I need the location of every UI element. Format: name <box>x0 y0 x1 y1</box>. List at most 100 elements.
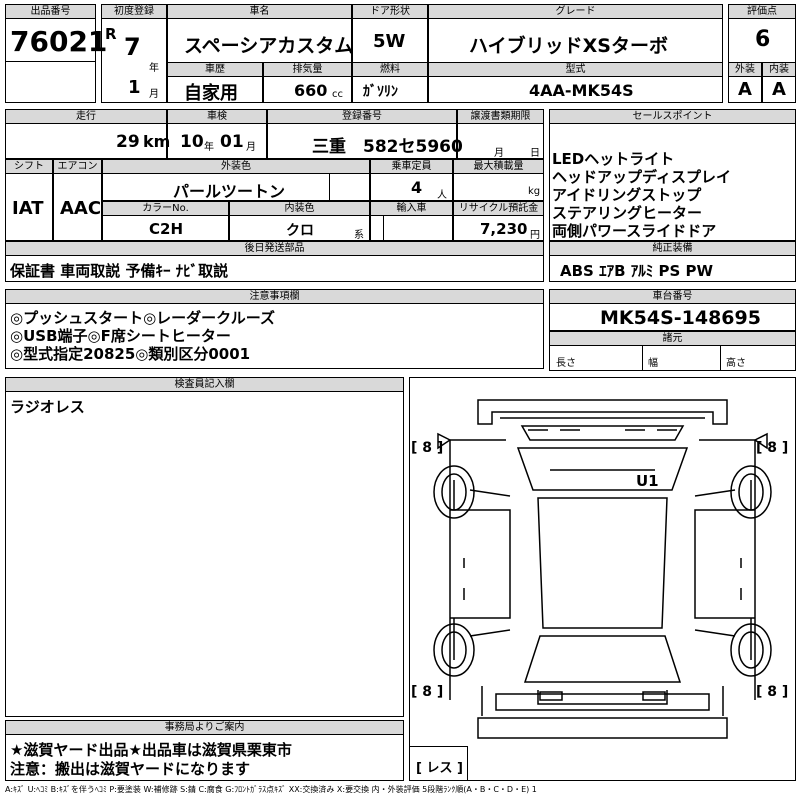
inspection-year-unit: 年 <box>204 142 214 153</box>
inspector-note: ラジオレス <box>10 398 85 416</box>
model-box: 4AA-MK54S <box>428 76 723 103</box>
inspection-month: 01 <box>220 132 244 152</box>
later-parts-label: 後日発送部品 <box>5 241 544 256</box>
car-outline <box>433 399 772 739</box>
note-line: ◎型式指定20825◎類別区分0001 <box>10 345 251 363</box>
grade-label: グレード <box>428 4 723 19</box>
inspection-label: 車検 <box>167 109 267 124</box>
mileage-box: 29 km <box>5 123 170 159</box>
door-label: ドア形状 <box>352 4 428 19</box>
model: 4AA-MK54S <box>529 81 634 100</box>
office-box: ★滋賀ヤード出品★出品車は滋賀県栗東市 注意：搬出は滋賀ヤードになります <box>5 734 404 781</box>
note-line: ◎USB端子◎F席シートヒーター <box>10 327 231 345</box>
notes-label: 注意事項欄 <box>5 289 544 304</box>
month-unit: 月 <box>149 89 159 100</box>
reg-month: 1 <box>128 77 141 98</box>
interior-label: 内装 <box>762 62 796 77</box>
inspector-box: ラジオレス <box>5 391 404 717</box>
sales-point: ステアリングヒーター <box>552 204 703 222</box>
history-label: 車歴 <box>167 62 263 77</box>
office-line-1: ★滋賀ヤード出品★出品車は滋賀県栗東市 <box>10 741 292 759</box>
first-reg-box: R 7 年 1 月 <box>101 18 167 103</box>
color-no: C2H <box>149 220 183 238</box>
displacement-unit: cc <box>332 89 343 100</box>
fuel-box: ｶﾞｿﾘﾝ <box>352 76 428 103</box>
fuel: ｶﾞｿﾘﾝ <box>363 84 398 100</box>
color-no-box: C2H <box>102 215 229 241</box>
transfer-day: 日 <box>530 148 540 159</box>
inspection-month-unit: 月 <box>246 142 256 153</box>
tire-rr: [ 8 ] <box>756 684 789 700</box>
interior-box: A <box>762 76 796 103</box>
capacity-box: 4 人 <box>370 173 453 201</box>
color-no-label: カラーNo. <box>102 201 229 216</box>
load-unit: kg <box>528 186 541 197</box>
office-line-2: 注意：搬出は滋賀ヤードになります <box>10 760 251 778</box>
ac-box: AAC <box>53 173 102 241</box>
transfer-month: 月 <box>494 148 504 159</box>
transfer-label: 譲渡書類期限 <box>457 109 544 124</box>
spec-divider <box>720 346 721 371</box>
load-box: kg <box>453 173 544 201</box>
era: R <box>105 25 117 43</box>
car-name-label: 車名 <box>167 4 352 19</box>
shift-box: IAT <box>5 173 53 241</box>
car-name: スペーシアカスタム <box>184 35 354 57</box>
equip-box: ABS ｴｱB ｱﾙﾐ PS PW <box>549 255 796 282</box>
fuel-label: 燃料 <box>352 62 428 77</box>
inspection-year: 10 <box>180 132 204 152</box>
reg-number: 三重 582セ5960 <box>312 137 463 157</box>
inspector-label: 検査員記入欄 <box>5 377 404 392</box>
shift: IAT <box>12 198 44 219</box>
lot-number-blank <box>5 61 96 103</box>
shift-label: シフト <box>5 159 53 174</box>
car-name-box: スペーシアカスタム <box>167 18 354 63</box>
history: 自家用 <box>184 83 238 104</box>
interior-grade: A <box>772 79 786 100</box>
sales-label: セールスポイント <box>549 109 796 124</box>
equipment: ABS ｴｱB ｱﾙﾐ PS PW <box>560 262 714 280</box>
interior-color-unit: 系 <box>354 230 364 241</box>
spec-length: 長さ <box>556 358 576 369</box>
damage-mark-u1: U1 <box>636 472 659 490</box>
color-box: パールツートン <box>102 173 370 201</box>
color-label: 外装色 <box>102 159 370 174</box>
capacity: 4 <box>411 178 423 197</box>
reg-label: 登録番号 <box>267 109 457 124</box>
inspection-box: 10 年 01 月 <box>167 123 267 159</box>
load-label: 最大積載量 <box>453 159 544 174</box>
chassis-box: MK54S-148695 <box>549 303 796 331</box>
int-color-box: クロ 系 <box>229 215 370 241</box>
mileage: 29 <box>116 132 140 152</box>
history-box: 自家用 <box>167 76 263 104</box>
recycle-fee: 7,230 <box>480 220 528 238</box>
import-box <box>370 215 453 241</box>
spec-label: 諸元 <box>549 331 796 346</box>
tire-fr: [ 8 ] <box>756 440 789 456</box>
year-unit: 年 <box>149 63 159 74</box>
spare-tire: [ レス ] <box>416 761 463 776</box>
import-divider <box>383 216 384 241</box>
sales-point: ヘッドアップディスプレイ <box>552 168 731 186</box>
tire-fl: [ 8 ] <box>411 440 444 456</box>
exterior-color: パールツートン <box>173 182 286 201</box>
model-label: 型式 <box>428 62 723 77</box>
office-label: 事務局よりご案内 <box>5 720 404 735</box>
recycle-box: 7,230 円 <box>453 215 544 241</box>
spec-divider <box>642 346 643 371</box>
score-box: 6 <box>728 18 796 63</box>
score: 6 <box>755 27 771 52</box>
displacement-box: 660 cc <box>263 76 352 103</box>
score-label: 評価点 <box>728 4 796 19</box>
exterior-box: A <box>728 76 762 103</box>
car-diagram: [ 8 ] [ 8 ] [ 8 ] [ 8 ] U1 [ レス ] <box>409 377 796 781</box>
interior-color: クロ <box>286 223 314 239</box>
later-parts: 保証書 車両取説 予備ｷｰ ﾅﾋﾞ取説 <box>10 262 229 280</box>
import-label: 輸入車 <box>370 201 453 216</box>
chassis-label: 車台番号 <box>549 289 796 304</box>
chassis-number: MK54S-148695 <box>600 307 761 329</box>
spec-width: 幅 <box>648 358 658 369</box>
recycle-label: リサイクル預託金 <box>453 201 544 216</box>
later-parts-box: 保証書 車両取説 予備ｷｰ ﾅﾋﾞ取説 <box>5 255 544 282</box>
recycle-unit: 円 <box>530 230 540 241</box>
